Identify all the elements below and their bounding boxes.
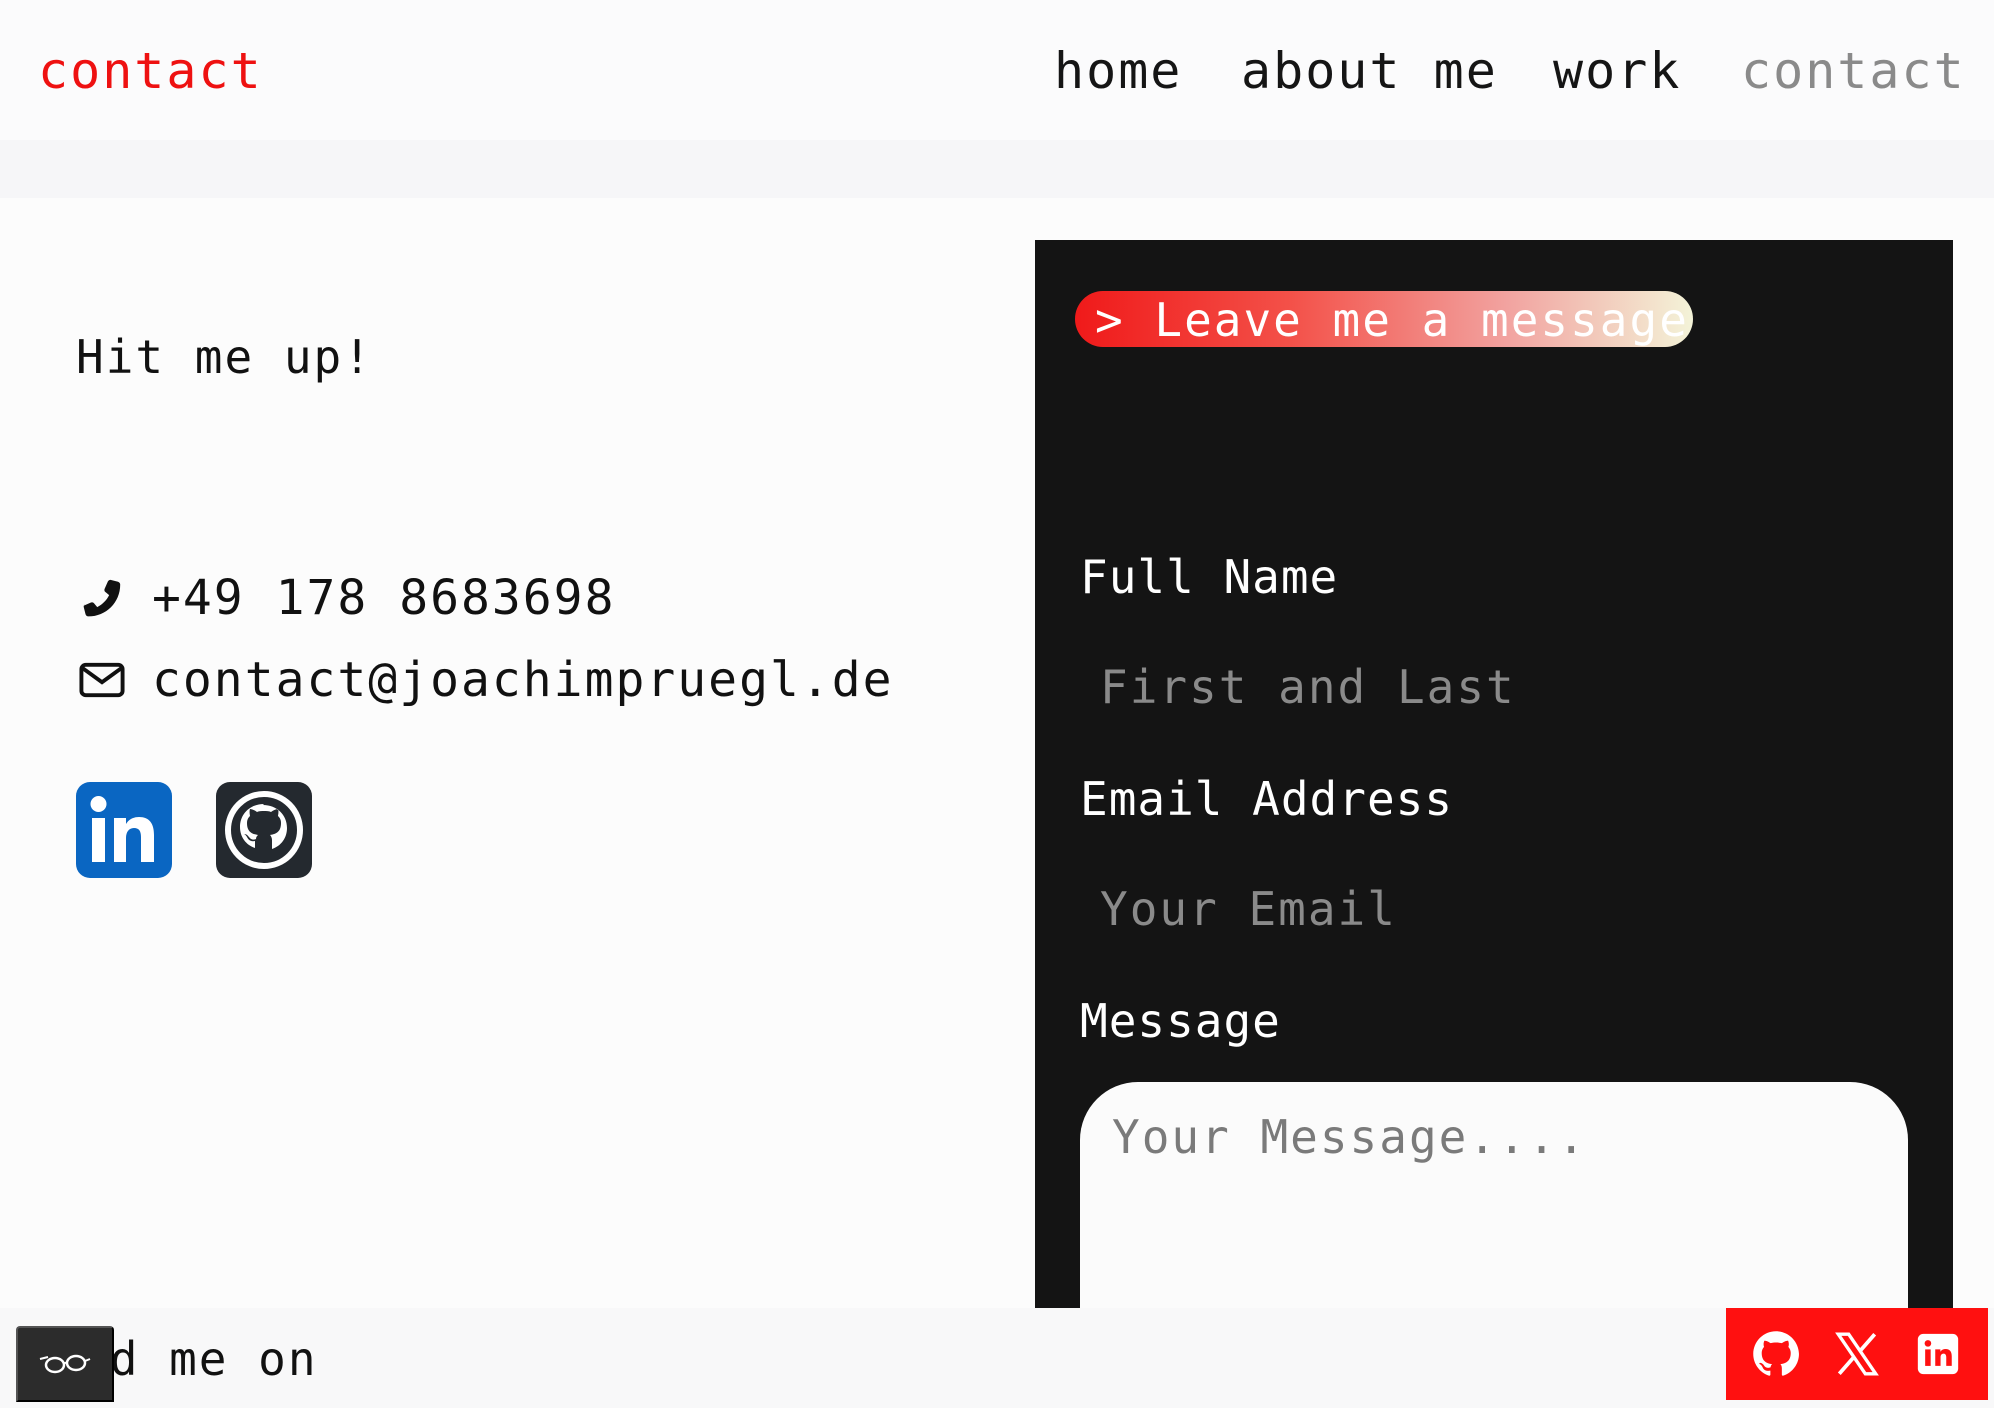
full-name-input[interactable] bbox=[1080, 652, 1900, 722]
phone-icon bbox=[76, 572, 128, 624]
social-bar-linkedin-link[interactable] bbox=[1908, 1324, 1968, 1384]
find-me-text: nd me on bbox=[80, 1332, 318, 1386]
full-name-label: Full Name bbox=[1080, 550, 1339, 604]
social-bar-x-link[interactable] bbox=[1827, 1324, 1887, 1384]
nav-link-work[interactable]: work bbox=[1553, 42, 1681, 100]
linkedin-link[interactable] bbox=[76, 782, 172, 878]
email-address-label: Email Address bbox=[1080, 772, 1454, 826]
linkedin-icon bbox=[90, 796, 154, 862]
message-label: Message bbox=[1080, 994, 1281, 1048]
social-bar-github-link[interactable] bbox=[1746, 1324, 1806, 1384]
phone-row: +49 178 8683698 bbox=[76, 570, 615, 626]
github-icon bbox=[225, 791, 303, 869]
contact-form-panel: > Leave me a message Full Name Email Add… bbox=[1035, 240, 1953, 1308]
github-icon bbox=[1753, 1331, 1800, 1376]
main-nav: home about me work contact bbox=[0, 42, 1994, 102]
accessibility-button[interactable] bbox=[16, 1326, 114, 1402]
mail-icon bbox=[76, 654, 128, 706]
github-link[interactable] bbox=[216, 782, 312, 878]
email-input[interactable] bbox=[1080, 874, 1900, 944]
header-divider-band bbox=[0, 140, 1994, 198]
phone-number[interactable]: +49 178 8683698 bbox=[152, 570, 615, 626]
form-heading-pill: > Leave me a message bbox=[1075, 291, 1693, 347]
top-navigation-bar: contact home about me work contact bbox=[0, 0, 1994, 140]
email-address[interactable]: contact@joachimpruegl.de bbox=[152, 652, 894, 708]
email-row: contact@joachimpruegl.de bbox=[76, 652, 894, 708]
message-textarea[interactable] bbox=[1080, 1082, 1908, 1308]
x-icon bbox=[1835, 1332, 1879, 1376]
glasses-icon bbox=[39, 1354, 91, 1374]
nav-link-contact[interactable]: contact bbox=[1741, 42, 1966, 100]
form-heading: > Leave me a message bbox=[1095, 293, 1689, 347]
nav-link-about-me[interactable]: about me bbox=[1241, 42, 1498, 100]
greeting-text: Hit me up! bbox=[76, 330, 373, 384]
floating-social-bar bbox=[1726, 1308, 1988, 1400]
linkedin-icon bbox=[1917, 1333, 1958, 1375]
nav-link-home[interactable]: home bbox=[1054, 42, 1182, 100]
